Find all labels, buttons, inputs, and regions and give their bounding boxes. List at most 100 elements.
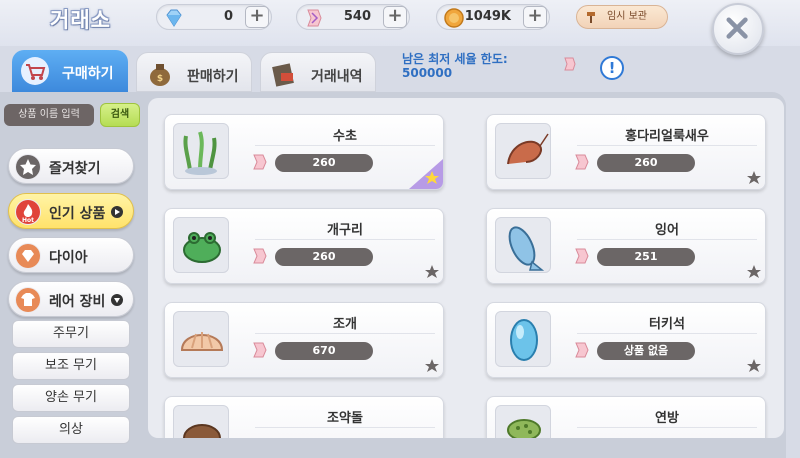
add-ticket-button[interactable]: + xyxy=(383,6,407,28)
item-price: 260 xyxy=(275,154,373,172)
item-card[interactable]: 개구리 260 xyxy=(164,208,444,284)
gold-count: 1049K xyxy=(464,9,511,24)
pebble-icon xyxy=(173,405,229,438)
hammer-icon xyxy=(587,12,595,23)
feather-ticket-icon xyxy=(307,9,322,27)
item-card[interactable]: 조개 670 xyxy=(164,302,444,378)
page-title: 거래소 xyxy=(50,8,111,32)
star-icon xyxy=(15,154,41,180)
category-diamond-label: 다이아 xyxy=(49,250,88,266)
feather-ticket-icon xyxy=(564,57,576,71)
lotus-pod-icon xyxy=(495,405,551,438)
item-name: 개구리 xyxy=(327,223,363,238)
shrimp-icon xyxy=(495,123,551,179)
hot-icon: Hot xyxy=(15,199,41,225)
feather-ticket-icon xyxy=(575,342,589,358)
category-rare-equipment-label: 레어 장비 xyxy=(49,294,106,310)
item-list: 수초 260 홍다리얼룩새우 260 개구리 260 잉어 251 조개 670… xyxy=(148,98,784,438)
temp-storage-button[interactable]: 임시 보관 xyxy=(576,5,668,29)
item-price: 251 xyxy=(597,248,695,266)
item-name: 홍다리얼룩새우 xyxy=(625,129,709,144)
item-card[interactable]: 홍다리얼룩새우 260 xyxy=(486,114,766,190)
diamond-count: 0 xyxy=(223,9,233,24)
currency-ticket: 540 + xyxy=(296,4,410,30)
chevron-down-icon xyxy=(111,294,123,306)
top-bar: 거래소 0 + 540 + 1049K + 임시 보관 xyxy=(0,0,800,55)
subcategory-two-hand-weapon[interactable]: 양손 무기 xyxy=(12,384,130,412)
temp-storage-label: 임시 보관 xyxy=(607,11,647,22)
favorite-star-icon[interactable] xyxy=(731,347,765,377)
favorite-star-icon[interactable] xyxy=(731,253,765,283)
item-price: 670 xyxy=(275,342,373,360)
item-card[interactable]: 잉어 251 xyxy=(486,208,766,284)
seaweed-icon xyxy=(173,123,229,179)
subcategory-sub-weapon[interactable]: 보조 무기 xyxy=(12,352,130,380)
tax-limit-value: 500000 xyxy=(402,66,453,80)
money-bag-icon: $ xyxy=(150,64,170,86)
feather-ticket-icon xyxy=(253,248,267,264)
frog-icon xyxy=(173,217,229,273)
feather-ticket-icon xyxy=(253,154,267,170)
tab-history-label: 거래내역 xyxy=(311,69,363,85)
item-name: 조개 xyxy=(333,317,357,332)
divider xyxy=(255,333,435,334)
divider xyxy=(577,427,757,428)
category-popular[interactable]: Hot 인기 상품 xyxy=(8,193,134,229)
tax-limit-label: 남은 최저 세율 한도: xyxy=(402,52,508,66)
gold-coin-icon xyxy=(444,8,464,28)
search-button[interactable]: 검색 xyxy=(100,103,140,127)
item-card[interactable]: 터키석 상품 없음 xyxy=(486,302,766,378)
favorite-star-icon[interactable] xyxy=(731,159,765,189)
favorite-star-icon[interactable] xyxy=(409,159,443,189)
tab-buy-label: 구매하기 xyxy=(62,66,114,82)
cart-icon xyxy=(21,57,49,85)
diamond-icon xyxy=(166,9,182,27)
item-name: 연방 xyxy=(655,411,679,426)
item-card[interactable]: 수초 260 xyxy=(164,114,444,190)
svg-text:Hot: Hot xyxy=(22,217,34,224)
shirt-icon xyxy=(15,287,41,313)
feather-ticket-icon xyxy=(575,248,589,264)
category-diamond[interactable]: 다이아 xyxy=(8,237,134,273)
feather-ticket-icon xyxy=(575,154,589,170)
divider xyxy=(577,239,757,240)
category-rare-equipment[interactable]: 레어 장비 xyxy=(8,281,134,317)
tab-buy[interactable]: 구매하기 xyxy=(12,50,128,92)
item-name: 수초 xyxy=(333,129,357,144)
add-gold-button[interactable]: + xyxy=(523,6,547,28)
search-input[interactable]: 상품 이름 입력 xyxy=(4,104,94,126)
divider xyxy=(255,427,435,428)
close-icon xyxy=(726,17,748,39)
close-button[interactable] xyxy=(712,3,764,55)
divider xyxy=(255,239,435,240)
add-diamond-button[interactable]: + xyxy=(245,6,269,28)
currency-gold: 1049K + xyxy=(436,4,550,30)
info-button[interactable]: ! xyxy=(600,56,624,80)
turquoise-icon xyxy=(495,311,551,367)
favorite-star-icon[interactable] xyxy=(409,253,443,283)
tab-sell[interactable]: $ 판매하기 xyxy=(136,52,252,92)
feather-ticket-icon xyxy=(253,342,267,358)
item-price: 상품 없음 xyxy=(597,342,695,360)
ticket-count: 540 xyxy=(343,9,371,24)
category-favorites-label: 즐겨찾기 xyxy=(49,161,101,177)
item-card[interactable]: 조약돌 xyxy=(164,396,444,438)
tab-sell-label: 판매하기 xyxy=(187,69,239,85)
favorite-star-icon[interactable] xyxy=(409,347,443,377)
category-favorites[interactable]: 즐겨찾기 xyxy=(8,148,134,184)
carp-icon xyxy=(495,217,551,273)
item-name: 터키석 xyxy=(649,317,685,332)
diamond-icon xyxy=(15,243,41,269)
divider xyxy=(577,333,757,334)
item-name: 조약돌 xyxy=(327,411,363,426)
tab-history[interactable]: 거래내역 xyxy=(260,52,376,92)
history-book-icon xyxy=(272,63,294,87)
item-price: 260 xyxy=(275,248,373,266)
subcategory-costume[interactable]: 의상 xyxy=(12,416,130,444)
item-price: 260 xyxy=(597,154,695,172)
clam-icon xyxy=(173,311,229,367)
item-card[interactable]: 연방 xyxy=(486,396,766,438)
divider xyxy=(577,145,757,146)
svg-text:$: $ xyxy=(157,74,163,84)
subcategory-main-weapon[interactable]: 주무기 xyxy=(12,320,130,348)
